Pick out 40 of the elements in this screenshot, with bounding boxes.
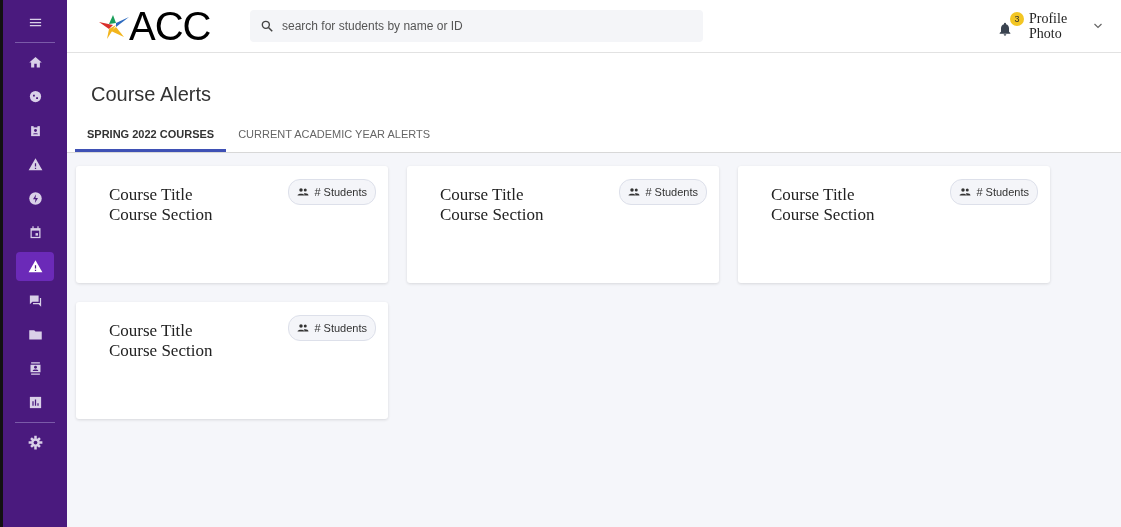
home-icon <box>27 55 43 70</box>
course-title: Course Title <box>109 321 194 341</box>
students-count: # Students <box>314 186 367 198</box>
tab[interactable]: CURRENT ACADEMIC YEAR ALERTS <box>226 120 443 152</box>
course-card[interactable]: Course Title Course Section # Students <box>76 302 388 419</box>
people-icon <box>297 186 310 198</box>
students-count: # Students <box>314 322 367 334</box>
course-section: Course Section <box>440 205 544 225</box>
people-icon <box>628 186 641 198</box>
course-title: Course Title <box>771 185 856 205</box>
warning-icon <box>27 259 43 274</box>
course-section: Course Section <box>109 341 213 361</box>
logo-text: ACC <box>129 6 211 46</box>
course-card[interactable]: Course Title Course Section # Students <box>76 166 388 283</box>
chat-icon <box>27 293 43 308</box>
settings-icon <box>27 435 43 450</box>
course-section: Course Section <box>771 205 875 225</box>
chart-icon <box>27 395 43 410</box>
course-card[interactable]: Course Title Course Section # Students <box>407 166 719 283</box>
warning-icon <box>27 157 43 172</box>
course-title: Course Title <box>440 185 525 205</box>
course-section: Course Section <box>109 205 213 225</box>
bell-icon[interactable] <box>997 20 1013 38</box>
people-icon <box>959 186 972 198</box>
chevron-down-icon[interactable] <box>1093 21 1103 31</box>
notification-count: 3 <box>1010 12 1024 26</box>
bolt-icon <box>27 191 43 206</box>
search-icon <box>260 19 274 33</box>
course-card[interactable]: Course Title Course Section # Students <box>738 166 1050 283</box>
profile-name[interactable]: Profile Photo <box>1029 11 1079 41</box>
folder-icon <box>27 327 43 342</box>
star-logo-icon <box>99 13 129 39</box>
page-title: Course Alerts <box>91 83 213 106</box>
students-count: # Students <box>976 186 1029 198</box>
people-icon <box>297 322 310 334</box>
students-count: # Students <box>645 186 698 198</box>
sidebar-item[interactable] <box>16 252 54 281</box>
course-title: Course Title <box>109 185 194 205</box>
tab[interactable]: SPRING 2022 COURSES <box>75 120 227 152</box>
search-field[interactable]: search for students by name or ID <box>250 10 703 42</box>
